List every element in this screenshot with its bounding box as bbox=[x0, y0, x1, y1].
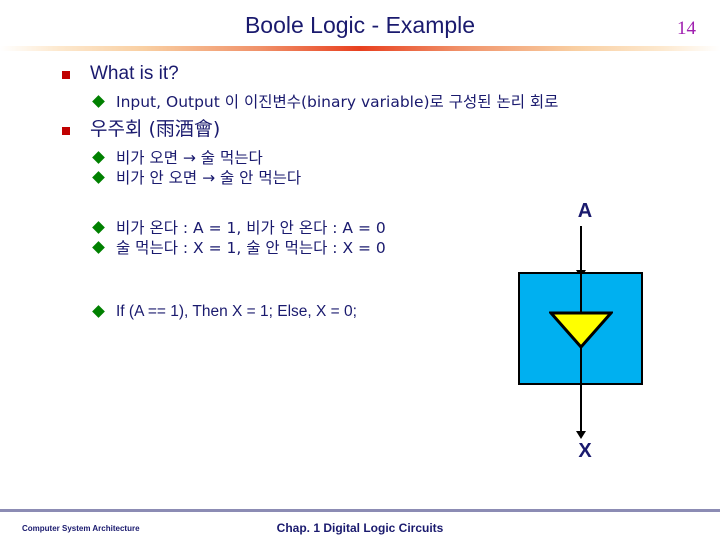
green-diamond-bullet-icon bbox=[92, 94, 105, 108]
sub-bullet-label: Input, Output 이 이진변수(binary variable)로 구… bbox=[116, 92, 559, 111]
logic-gate-triangle-icon bbox=[549, 311, 613, 349]
green-diamond-bullet-icon bbox=[92, 150, 105, 164]
sub-bullet-label: 비가 온다 : A = 1, 비가 안 온다 : A = 0 bbox=[116, 218, 386, 237]
green-diamond-bullet-icon bbox=[92, 305, 105, 319]
red-square-bullet-icon bbox=[62, 126, 70, 135]
green-diamond-bullet-icon bbox=[92, 241, 105, 254]
slide-body: What is it? Input, Output 이 이진변수(binary … bbox=[0, 62, 558, 482]
output-signal-label-x: X bbox=[578, 440, 592, 462]
input-signal-label-a: A bbox=[577, 200, 593, 222]
footer-divider bbox=[0, 509, 720, 512]
header-divider bbox=[0, 46, 720, 51]
green-diamond-bullet-icon bbox=[92, 170, 105, 184]
red-square-bullet-icon bbox=[62, 71, 70, 79]
output-wire bbox=[580, 385, 582, 437]
output-arrowhead-icon bbox=[576, 431, 586, 439]
sub-bullet-label: 비가 안 오면 → 술 안 먹는다 bbox=[116, 168, 302, 187]
sub-bullet-variable-a: 비가 온다 : A = 1, 비가 안 온다 : A = 0 bbox=[0, 218, 500, 238]
sub-bullet-definition: Input, Output 이 이진변수(binary variable)로 구… bbox=[0, 92, 716, 112]
input-wire bbox=[580, 226, 582, 276]
sub-bullet-label: If (A == 1), Then X = 1; Else, X = 0; bbox=[116, 303, 357, 321]
sub-bullet-label: 비가 오면 → 술 먹는다 bbox=[116, 148, 263, 167]
sub-bullet-no-rain-no-drink: 비가 안 오면 → 술 안 먹는다 bbox=[0, 168, 500, 188]
footer-center-text: Chap. 1 Digital Logic Circuits bbox=[276, 521, 444, 535]
page-number: 14 bbox=[677, 18, 696, 39]
sub-bullet-rain-then-drink: 비가 오면 → 술 먹는다 bbox=[0, 148, 500, 168]
bullet-label: What is it? bbox=[90, 63, 179, 84]
bullet-what-is-it: What is it? bbox=[0, 62, 500, 86]
page-title: Boole Logic - Example bbox=[244, 12, 476, 38]
sub-bullet-variable-x: 술 먹는다 : X = 1, 술 안 먹는다 : X = 0 bbox=[0, 238, 500, 258]
bullet-label: 우주회 (雨酒會) bbox=[90, 117, 221, 140]
green-diamond-bullet-icon bbox=[92, 221, 105, 234]
bullet-uju-hoe: 우주회 (雨酒會) bbox=[0, 118, 500, 142]
sub-bullet-label: 술 먹는다 : X = 1, 술 안 먹는다 : X = 0 bbox=[116, 239, 386, 258]
sub-bullet-if-statement: If (A == 1), Then X = 1; Else, X = 0; bbox=[0, 302, 500, 322]
logic-circuit-diagram: A X bbox=[505, 200, 685, 485]
